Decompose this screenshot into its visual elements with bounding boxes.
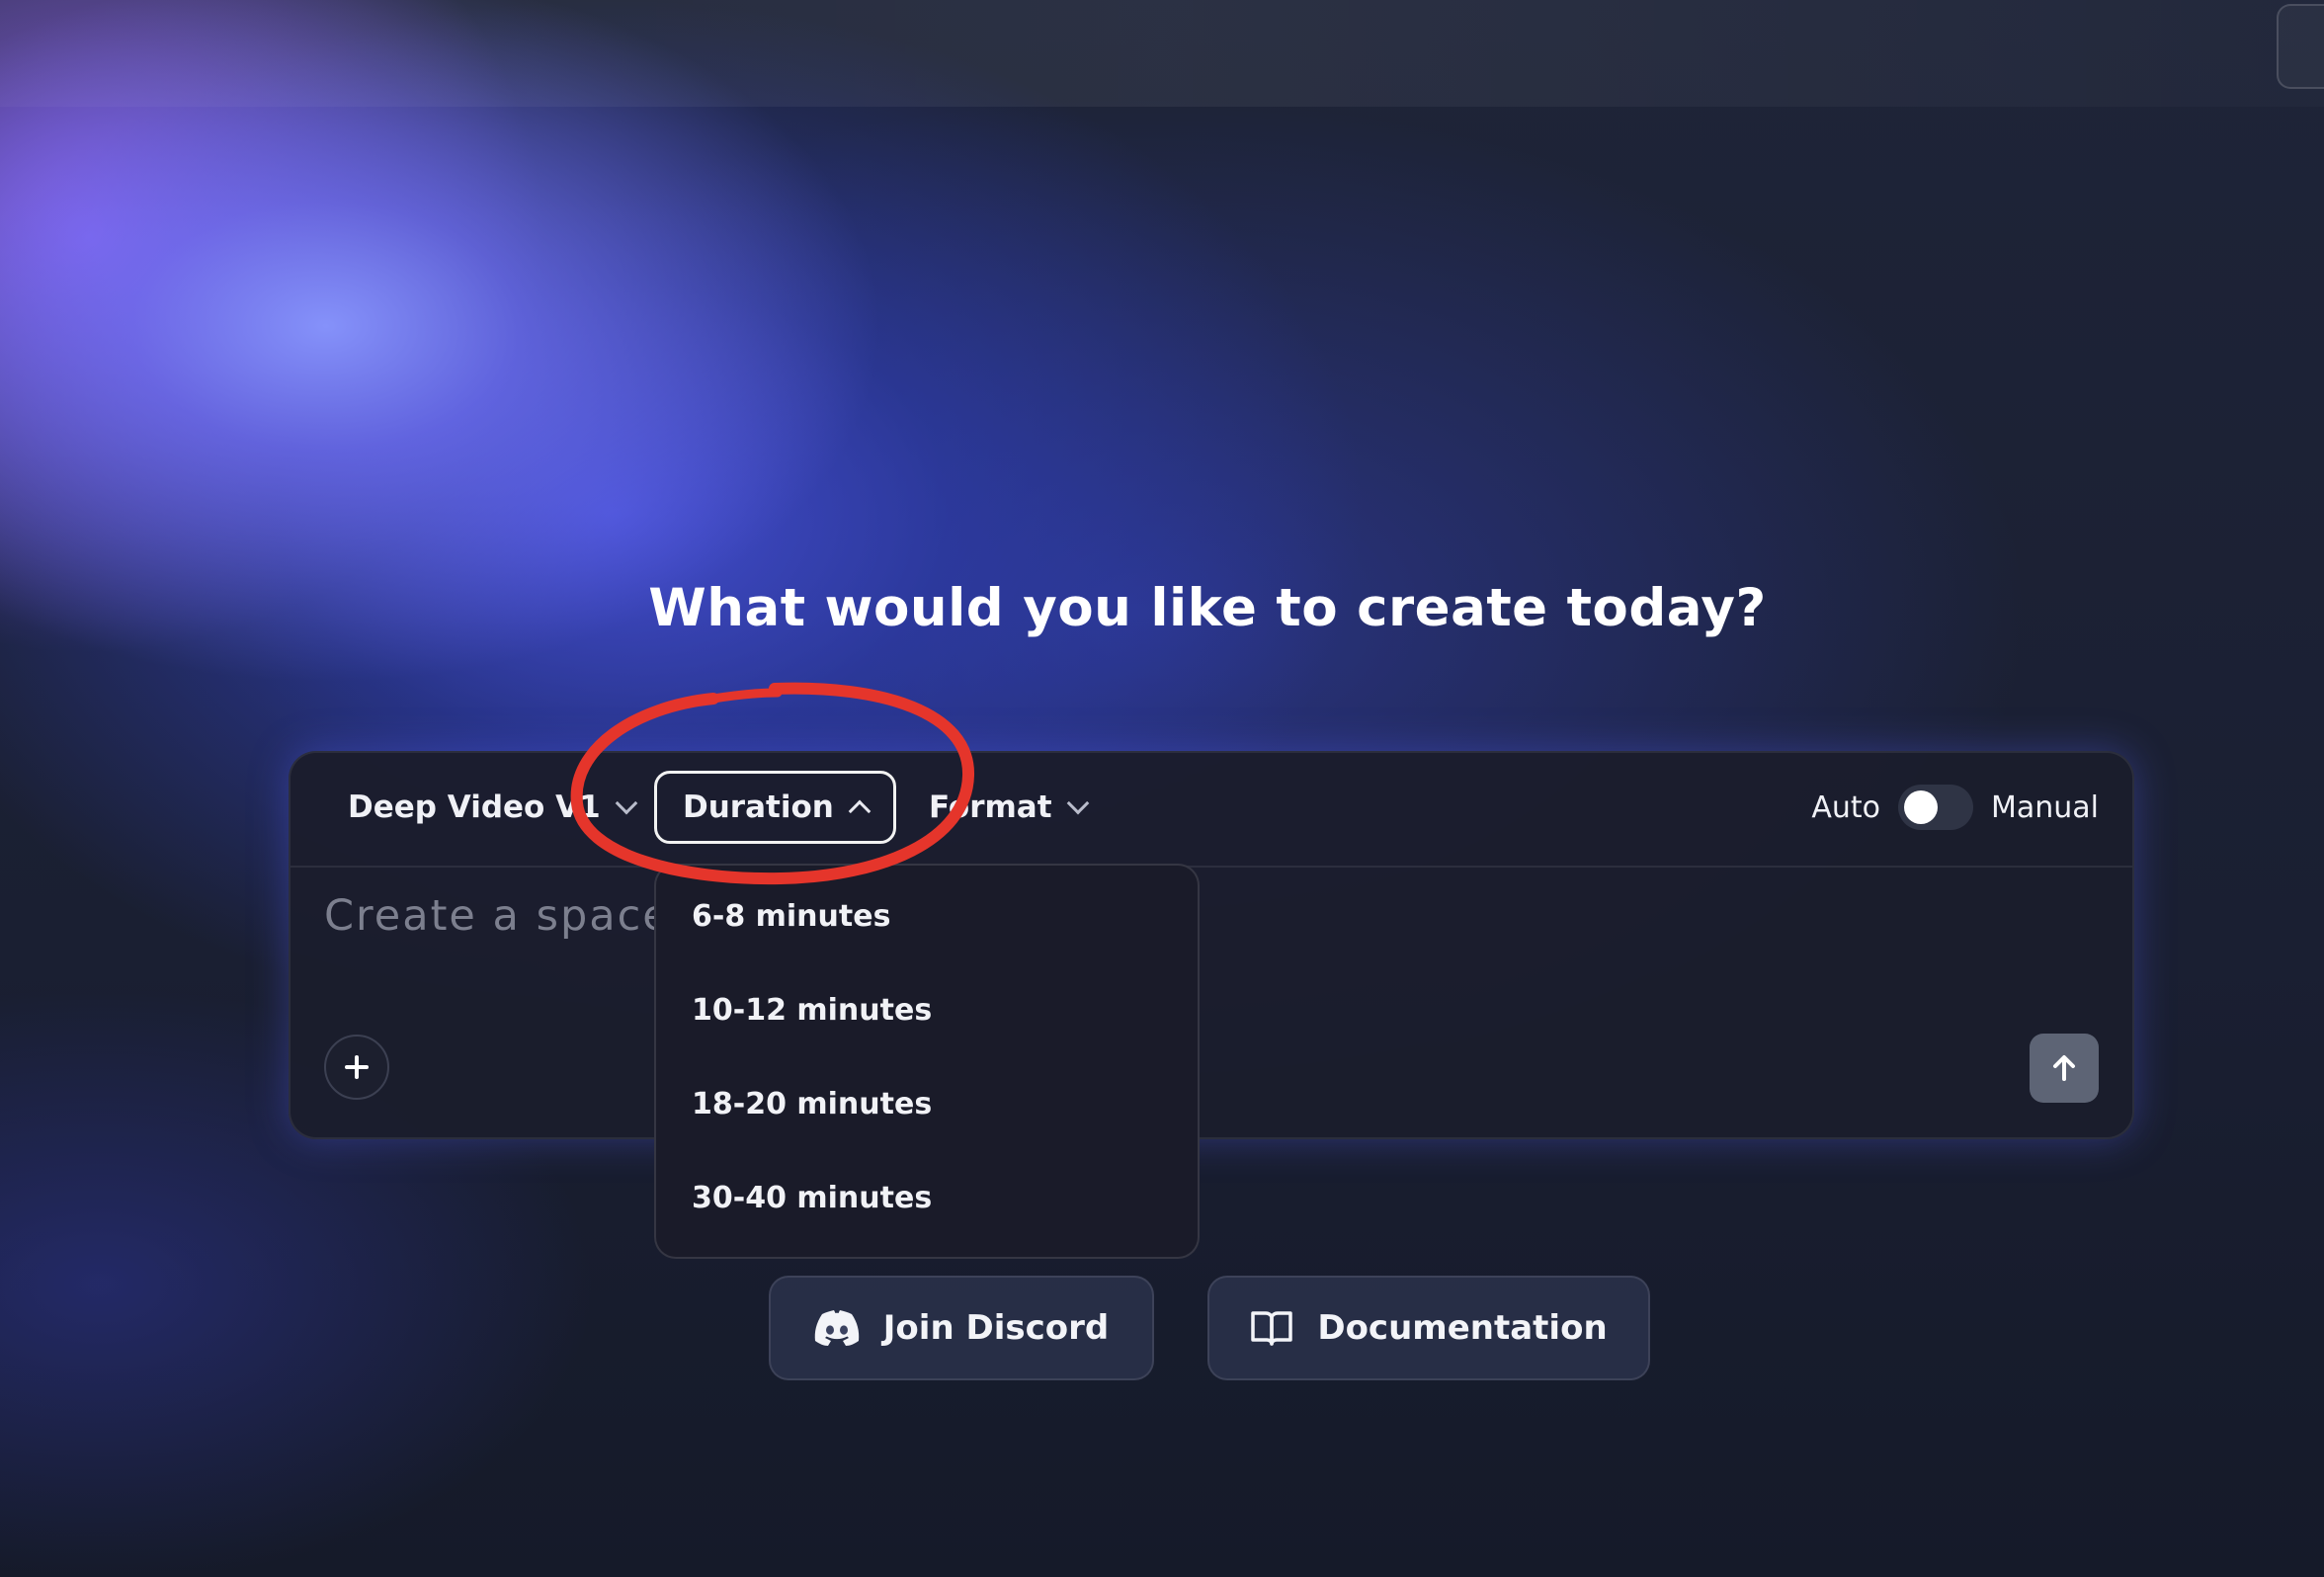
auto-manual-toggle[interactable] [1897, 785, 1973, 830]
prompt-composer: Deep Video V1 Duration Format Auto Manua… [289, 751, 2134, 1139]
model-select-label: Deep Video V1 [348, 789, 601, 825]
add-attachment-button[interactable] [324, 1035, 389, 1100]
plus-icon [345, 1055, 369, 1079]
model-select[interactable]: Deep Video V1 [348, 771, 638, 844]
mode-auto-label: Auto [1811, 789, 1880, 825]
documentation-label: Documentation [1317, 1308, 1608, 1348]
documentation-button[interactable]: Documentation [1207, 1276, 1650, 1380]
duration-option[interactable]: 18-20 minutes [692, 1087, 932, 1121]
duration-dropdown-menu: 6-8 minutes 10-12 minutes 18-20 minutes … [654, 864, 1200, 1259]
chevron-down-icon [615, 791, 638, 815]
send-button[interactable] [2030, 1034, 2099, 1103]
book-icon [1250, 1309, 1293, 1347]
arrow-up-icon [2053, 1055, 2075, 1081]
duration-option[interactable]: 10-12 minutes [692, 993, 932, 1028]
duration-option[interactable]: 6-8 minutes [692, 899, 890, 934]
join-discord-label: Join Discord [882, 1308, 1110, 1348]
join-discord-button[interactable]: Join Discord [769, 1276, 1154, 1380]
corner-button[interactable] [2277, 4, 2324, 89]
page-title: What would you like to create today? [648, 578, 1767, 638]
format-select[interactable]: Format [929, 771, 1089, 844]
discord-icon [814, 1310, 860, 1346]
chevron-down-icon [1066, 791, 1089, 815]
duration-select[interactable]: Duration [654, 771, 896, 844]
composer-toolbar: Deep Video V1 Duration Format Auto Manua… [290, 753, 2132, 868]
toggle-knob [1903, 790, 1938, 824]
chevron-up-icon [848, 799, 872, 823]
duration-select-label: Duration [683, 789, 834, 825]
format-select-label: Format [929, 789, 1052, 825]
duration-option[interactable]: 30-40 minutes [692, 1181, 932, 1215]
mode-toggle-group: Auto Manual [1811, 771, 2099, 844]
top-bar [0, 0, 2324, 107]
mode-manual-label: Manual [1990, 789, 2099, 825]
